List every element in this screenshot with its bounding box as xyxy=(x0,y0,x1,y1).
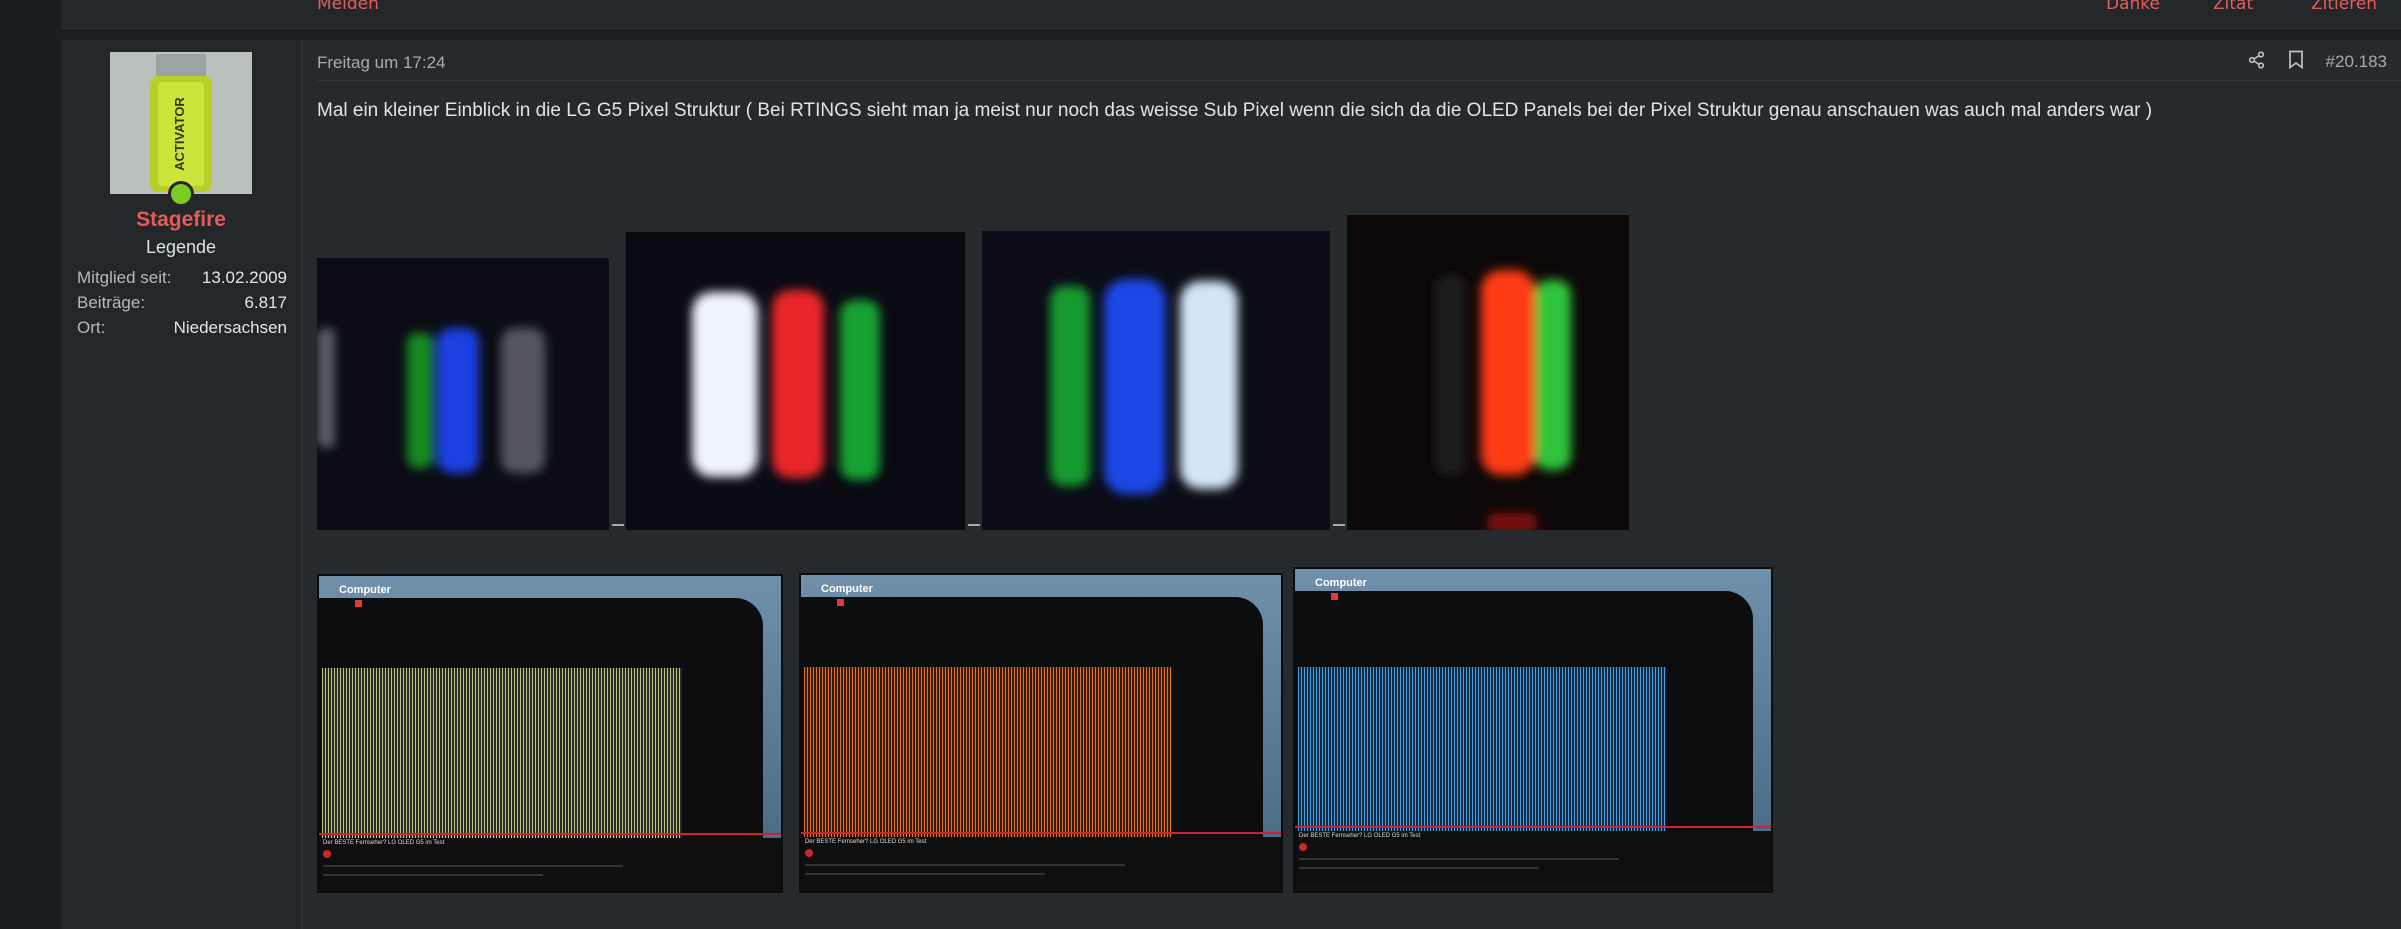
post-content: Freitag um 17:24 #20.183 Mal ein kleiner… xyxy=(317,40,2401,929)
avatar[interactable]: ACTIVATOR xyxy=(110,52,252,194)
avatar-label: ACTIVATOR xyxy=(172,97,187,171)
stat-member-since: Mitglied seit: 13.02.2009 xyxy=(77,268,287,293)
stat-label: Mitglied seit: xyxy=(77,268,172,287)
video-screenshot-1[interactable]: Computer Der BESTE Fernseher? LG OLED G5… xyxy=(317,574,783,893)
user-title: Legende xyxy=(145,237,217,257)
channel-brand: Computer xyxy=(821,583,873,595)
reply-link[interactable]: Zitieren xyxy=(2311,0,2377,14)
stat-location: Ort: Niedersachsen xyxy=(77,318,287,343)
stat-label: Ort: xyxy=(77,318,106,337)
quote-link[interactable]: Zitat xyxy=(2213,0,2253,14)
stat-value: 6.817 xyxy=(244,293,287,312)
post-number[interactable]: #20.183 xyxy=(2326,52,2387,72)
post-date[interactable]: Freitag um 17:24 xyxy=(317,53,446,73)
user-stats: Mitglied seit: 13.02.2009 Beiträge: 6.81… xyxy=(77,268,287,343)
image-separator xyxy=(968,524,980,529)
channel-brand: Computer xyxy=(339,584,391,596)
subpixel-image-1[interactable] xyxy=(317,258,609,530)
video-title: Der BESTE Fernseher? LG OLED G5 im Test xyxy=(805,839,927,845)
left-gutter xyxy=(0,0,61,929)
share-icon[interactable] xyxy=(2248,50,2266,73)
post-message: Mal ein kleiner Einblick in die LG G5 Pi… xyxy=(317,100,2153,121)
image-separator xyxy=(612,524,624,529)
post-actions: #20.183 xyxy=(2248,50,2387,73)
username[interactable]: Stagefire xyxy=(61,208,301,232)
user-info-column: ACTIVATOR Stagefire Legende Mitglied sei… xyxy=(61,40,302,929)
like-link[interactable]: Danke xyxy=(2106,0,2160,14)
subpixel-image-2[interactable] xyxy=(626,232,965,530)
video-title: Der BESTE Fernseher? LG OLED G5 im Test xyxy=(323,840,445,846)
video-title: Der BESTE Fernseher? LG OLED G5 im Test xyxy=(1299,833,1421,839)
stat-value: 13.02.2009 xyxy=(201,268,287,287)
video-screenshot-2[interactable]: Computer Der BESTE Fernseher? LG OLED G5… xyxy=(799,573,1283,893)
forum-post: ACTIVATOR Stagefire Legende Mitglied sei… xyxy=(61,40,2401,929)
stat-label: Beiträge: xyxy=(77,293,146,312)
channel-brand: Computer xyxy=(1315,577,1367,589)
video-screenshot-3[interactable]: Computer Der BESTE Fernseher? LG OLED G5… xyxy=(1293,567,1773,893)
post-meta-bar: Freitag um 17:24 #20.183 xyxy=(317,40,2401,81)
stat-posts: Beiträge: 6.817 xyxy=(77,293,287,318)
previous-post-footer: Melden Danke Zitat Zitieren xyxy=(61,0,2401,29)
report-link[interactable]: Melden xyxy=(317,0,379,14)
bookmark-icon[interactable] xyxy=(2288,50,2304,73)
subpixel-image-3[interactable] xyxy=(982,231,1330,530)
image-separator xyxy=(1333,524,1345,529)
subpixel-image-4[interactable] xyxy=(1347,215,1629,530)
stat-value: Niedersachsen xyxy=(173,318,287,337)
online-status-icon xyxy=(168,181,194,207)
